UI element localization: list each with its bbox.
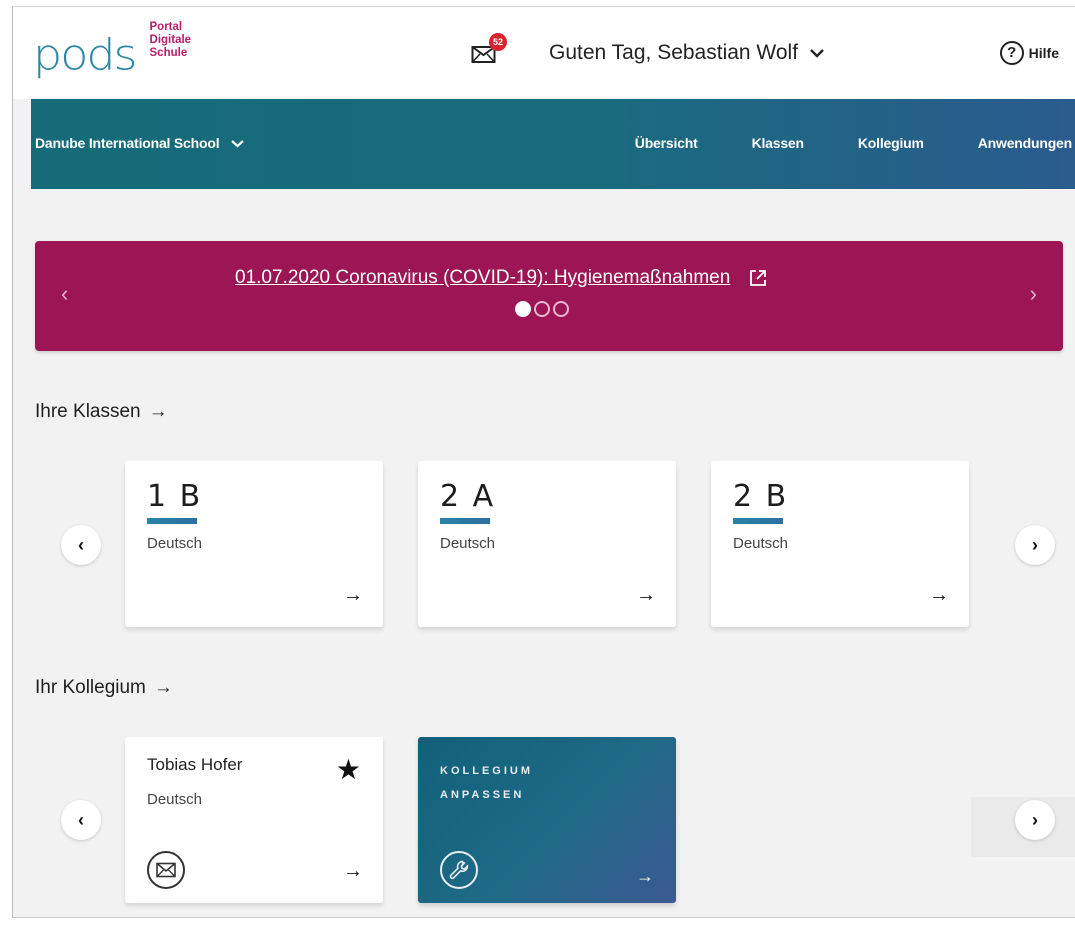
help-label: Hilfe: [1028, 45, 1059, 61]
unread-count-badge: 52: [489, 33, 507, 51]
chevron-down-icon: [810, 49, 824, 58]
messages-button[interactable]: 52: [471, 33, 507, 67]
colleague-card[interactable]: Tobias Hofer ★ Deutsch →: [125, 737, 383, 903]
carousel-prev-button[interactable]: ‹: [61, 281, 68, 307]
logo-sub-line: Digitale: [149, 34, 192, 46]
colleague-name: Tobias Hofer: [147, 755, 243, 774]
customize-label-line2: ANPASSEN: [440, 789, 525, 801]
class-card[interactable]: 2 B Deutsch →: [711, 461, 969, 627]
help-link[interactable]: ? Hilfe: [999, 41, 1059, 65]
colleagues-next-button[interactable]: ›: [1015, 800, 1055, 840]
class-card[interactable]: 1 B Deutsch →: [125, 461, 383, 627]
wrench-icon: [440, 851, 478, 889]
logo[interactable]: pods Portal Digitale Schule: [33, 21, 191, 81]
class-subject: Deutsch: [440, 535, 496, 552]
logo-sub-line: Portal: [149, 21, 183, 33]
customize-label-line1: KOLLEGIUM: [440, 765, 533, 777]
arrow-right-icon[interactable]: →: [343, 860, 363, 883]
top-header: pods Portal Digitale Schule 52 Guten Tag…: [13, 7, 1075, 99]
school-name: Danube International School: [35, 135, 220, 151]
logo-wordmark: pods: [33, 30, 138, 80]
class-name: 2 A: [440, 479, 496, 514]
classes-prev-button[interactable]: ‹: [61, 525, 101, 565]
colleagues-prev-button[interactable]: ‹: [61, 800, 101, 840]
mail-icon: [156, 862, 176, 878]
customize-label: KOLLEGIUM ANPASSEN: [440, 759, 533, 807]
carousel-dot-active[interactable]: [515, 301, 531, 317]
main-nav: Danube International School Übersicht Kl…: [31, 99, 1075, 189]
class-accent-bar: [440, 518, 490, 524]
nav-item-kollegium[interactable]: Kollegium: [858, 135, 924, 151]
arrow-right-icon[interactable]: →: [636, 866, 654, 887]
greeting-text: Guten Tag, Sebastian Wolf: [549, 41, 799, 64]
carousel-dot[interactable]: [534, 301, 550, 317]
nav-links: Übersicht Klassen Kollegium Anwendungen: [635, 135, 1072, 151]
logo-subtitle: Portal Digitale Schule: [150, 21, 192, 60]
help-icon: ?: [999, 41, 1024, 65]
school-selector[interactable]: Danube International School: [35, 135, 245, 151]
user-menu[interactable]: Guten Tag, Sebastian Wolf: [549, 41, 824, 65]
class-accent-bar: [147, 518, 197, 524]
class-name: 2 B: [733, 479, 789, 514]
carousel-dot[interactable]: [553, 301, 569, 317]
class-accent-bar: [733, 518, 783, 524]
logo-sub-line: Schule: [149, 47, 188, 59]
announcement-carousel: ‹ 01.07.2020 Coronavirus (COVID-19): Hyg…: [35, 241, 1063, 351]
arrow-right-icon: →: [148, 401, 168, 422]
class-subject: Deutsch: [733, 535, 789, 552]
arrow-right-icon[interactable]: →: [636, 584, 656, 607]
arrow-right-icon: →: [153, 677, 173, 698]
nav-item-anwendungen[interactable]: Anwendungen: [978, 135, 1072, 151]
classes-next-button[interactable]: ›: [1015, 525, 1055, 565]
class-card[interactable]: 2 A Deutsch →: [418, 461, 676, 627]
send-mail-button[interactable]: [147, 851, 185, 889]
nav-item-uebersicht[interactable]: Übersicht: [635, 135, 698, 151]
classes-heading[interactable]: Ihre Klassen →: [35, 401, 168, 423]
arrow-right-icon[interactable]: →: [929, 584, 949, 607]
app-frame: pods Portal Digitale Schule 52 Guten Tag…: [12, 6, 1075, 918]
class-name: 1 B: [147, 479, 203, 514]
announcement-link[interactable]: 01.07.2020 Coronavirus (COVID-19): Hygie…: [235, 267, 768, 289]
chevron-down-icon: [231, 139, 245, 147]
colleagues-heading[interactable]: Ihr Kollegium →: [35, 677, 173, 699]
colleagues-title: Ihr Kollegium: [35, 677, 146, 698]
customize-colleagues-card[interactable]: KOLLEGIUM ANPASSEN →: [418, 737, 676, 903]
star-icon[interactable]: ★: [336, 753, 361, 786]
nav-item-klassen[interactable]: Klassen: [752, 135, 804, 151]
carousel-next-button[interactable]: ›: [1030, 281, 1037, 307]
announcement-text: 01.07.2020 Coronavirus (COVID-19): Hygie…: [235, 267, 731, 288]
classes-title: Ihre Klassen: [35, 401, 141, 422]
external-link-icon: [750, 270, 767, 286]
arrow-right-icon[interactable]: →: [343, 584, 363, 607]
colleague-subject: Deutsch: [147, 791, 203, 808]
carousel-dots: [515, 301, 569, 317]
class-subject: Deutsch: [147, 535, 203, 552]
